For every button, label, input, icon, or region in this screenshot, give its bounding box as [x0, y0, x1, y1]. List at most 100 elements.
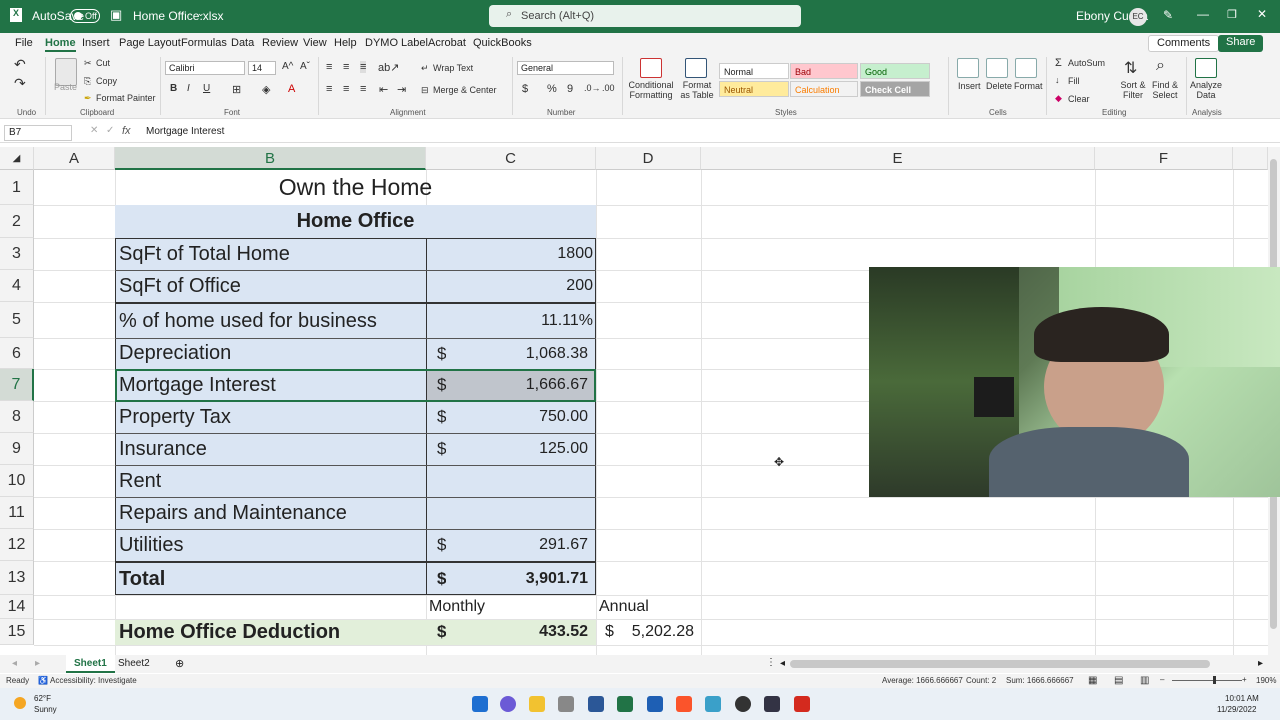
menu-file[interactable]: File — [15, 37, 33, 49]
redo-icon[interactable]: ↷ — [14, 75, 26, 92]
page-break-view-icon[interactable]: ▥ — [1140, 675, 1149, 686]
label-property-tax[interactable]: Property Tax — [119, 401, 231, 433]
utility-icon[interactable] — [764, 696, 780, 712]
decrease-font-icon[interactable]: Aˇ — [300, 61, 310, 72]
align-left-icon[interactable]: ≡ — [326, 83, 332, 95]
next-sheet-icon[interactable]: ▸ — [35, 658, 40, 669]
autosum-button[interactable]: AutoSum — [1068, 58, 1105, 68]
row-header-11[interactable]: 11 — [0, 497, 34, 529]
label-sqft-office[interactable]: SqFt of Office — [119, 270, 241, 302]
align-middle-icon[interactable]: ≡ — [343, 61, 349, 73]
row-header-9[interactable]: 9 — [0, 433, 34, 465]
minimize-icon[interactable]: — — [1197, 7, 1209, 21]
comma-icon[interactable]: 9 — [567, 83, 573, 95]
align-top-icon[interactable]: ≡ — [326, 61, 332, 73]
scroll-left-icon[interactable]: ◂ — [780, 658, 785, 669]
chevron-down-icon[interactable]: ⌄ — [197, 8, 205, 19]
row-header-4[interactable]: 4 — [0, 270, 34, 302]
currency-icon[interactable]: $ — [522, 83, 528, 95]
restore-icon[interactable]: ❐ — [1227, 8, 1237, 21]
filename[interactable]: Home Office.xlsx — [133, 9, 223, 23]
select-all-corner[interactable]: ◢ — [0, 147, 34, 170]
clear-button[interactable]: Clear — [1068, 94, 1090, 104]
pen-icon[interactable]: ✎ — [1163, 8, 1173, 22]
column-header-f[interactable]: F — [1095, 147, 1233, 170]
orientation-icon[interactable]: ab↗ — [378, 61, 399, 74]
increase-decimal-icon[interactable]: .0→ — [584, 83, 601, 93]
row-header-1[interactable]: 1 — [0, 170, 34, 205]
menu-page-layout[interactable]: Page Layout — [119, 37, 181, 49]
share-button[interactable]: Share — [1218, 35, 1264, 52]
column-header-e[interactable]: E — [701, 147, 1095, 170]
column-header-b[interactable]: B — [115, 147, 426, 170]
cut-button[interactable]: Cut — [96, 58, 110, 68]
menu-data[interactable]: Data — [231, 37, 254, 49]
menu-quickbooks[interactable]: QuickBooks — [473, 37, 532, 49]
row-header-2[interactable]: 2 — [0, 205, 34, 238]
paste-button[interactable]: Paste — [54, 82, 77, 92]
font-size-select[interactable]: 14 — [248, 61, 276, 75]
zoom-out-icon[interactable]: – — [1160, 675, 1164, 684]
prev-sheet-icon[interactable]: ◂ — [12, 658, 17, 669]
menu-review[interactable]: Review — [262, 37, 298, 49]
column-header-d[interactable]: D — [596, 147, 701, 170]
status-average[interactable]: Average: 1666.666667 — [882, 676, 963, 685]
tab-sheet2[interactable]: Sheet2 — [118, 658, 150, 669]
decrease-decimal-icon[interactable]: .00 — [602, 83, 615, 93]
style-bad[interactable]: Bad — [790, 63, 858, 79]
format-painter-button[interactable]: Format Painter — [96, 93, 156, 103]
autosave-toggle[interactable]: Off — [70, 9, 100, 23]
align-bottom-icon[interactable]: ≡ — [360, 61, 367, 73]
format-cells-button[interactable]: Format — [1014, 81, 1043, 91]
obs-icon[interactable] — [735, 696, 751, 712]
borders-icon[interactable]: ⊞ — [232, 83, 241, 96]
normal-view-icon[interactable]: ▦ — [1088, 675, 1097, 686]
italic-icon[interactable]: I — [187, 83, 190, 94]
file-explorer-icon[interactable] — [529, 696, 545, 712]
label-insurance[interactable]: Insurance — [119, 433, 207, 465]
label-annual[interactable]: Annual — [599, 595, 649, 619]
style-check-cell[interactable]: Check Cell — [860, 81, 930, 97]
align-right-icon[interactable]: ≡ — [360, 83, 366, 95]
clock-time[interactable]: 10:01 AM — [1225, 694, 1259, 703]
column-header-a[interactable]: A — [34, 147, 115, 170]
label-home-office-deduction[interactable]: Home Office Deduction — [119, 619, 340, 645]
label-depreciation[interactable]: Depreciation — [119, 338, 231, 369]
label-sqft-total[interactable]: SqFt of Total Home — [119, 238, 290, 270]
avatar[interactable]: EC — [1129, 8, 1147, 26]
insert-function-icon[interactable]: fx — [122, 125, 131, 137]
value-percent-business[interactable]: 11.11% — [430, 304, 593, 338]
menu-help[interactable]: Help — [334, 37, 357, 49]
save-icon[interactable]: ▣ — [110, 7, 122, 23]
conditional-formatting-button[interactable]: Conditional Formatting — [627, 80, 675, 100]
label-monthly[interactable]: Monthly — [429, 595, 485, 619]
acrobat-icon[interactable] — [794, 696, 810, 712]
bold-icon[interactable]: B — [170, 83, 177, 94]
delete-cells-button[interactable]: Delete — [986, 81, 1012, 91]
menu-view[interactable]: View — [303, 37, 327, 49]
app-icon[interactable] — [705, 696, 721, 712]
value-deduction-monthly[interactable]: 433.52 — [460, 619, 588, 645]
value-insurance[interactable]: 125.00 — [460, 433, 588, 465]
insert-cells-button[interactable]: Insert — [958, 81, 981, 91]
row-header-6[interactable]: 6 — [0, 338, 34, 369]
row-header-12[interactable]: 12 — [0, 529, 34, 561]
formula-input[interactable]: Mortgage Interest — [146, 126, 224, 137]
merge-center-button[interactable]: Merge & Center — [433, 85, 497, 95]
brave-browser-icon[interactable] — [676, 696, 692, 712]
value-property-tax[interactable]: 750.00 — [460, 401, 588, 433]
row-header-13[interactable]: 13 — [0, 561, 34, 595]
undo-icon[interactable]: ↶ — [14, 56, 26, 73]
column-header-g[interactable] — [1233, 147, 1268, 170]
value-total[interactable]: 3,901.71 — [460, 563, 588, 595]
row-header-8[interactable]: 8 — [0, 401, 34, 433]
label-utilities[interactable]: Utilities — [119, 529, 183, 561]
excel-icon[interactable] — [617, 696, 633, 712]
label-repairs[interactable]: Repairs and Maintenance — [119, 497, 347, 529]
add-sheet-icon[interactable]: ⊕ — [175, 657, 184, 670]
zoom-slider-thumb[interactable] — [1213, 676, 1216, 684]
page-layout-view-icon[interactable]: ▤ — [1114, 675, 1123, 686]
menu-formulas[interactable]: Formulas — [181, 37, 227, 49]
row-header-15[interactable]: 15 — [0, 619, 34, 645]
sheet-subtitle[interactable]: Home Office — [115, 205, 596, 238]
